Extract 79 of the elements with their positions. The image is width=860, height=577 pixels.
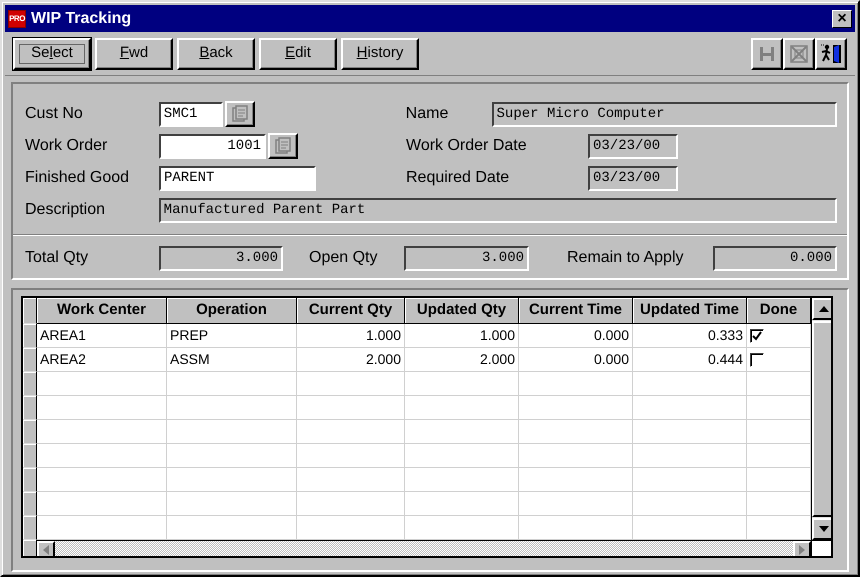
row-selector[interactable] (23, 468, 37, 492)
input-field: 03/23/00 (588, 134, 678, 158)
column-header[interactable]: Operation (167, 298, 297, 324)
table-cell: 0.333 (633, 324, 747, 348)
scroll-right-button[interactable] (793, 541, 811, 556)
scroll-down-icon (818, 526, 828, 532)
total-field: 3.000 (404, 246, 529, 270)
column-header[interactable]: Updated Time (633, 298, 747, 324)
total-field: 3.000 (159, 246, 283, 270)
column-header[interactable]: Current Qty (297, 298, 405, 324)
empty-cell (747, 444, 811, 468)
empty-cell (747, 492, 811, 516)
column-header[interactable]: Done (747, 298, 811, 324)
lookup-button[interactable] (224, 101, 255, 127)
field-label: Cust No (25, 104, 84, 124)
row-selector[interactable] (23, 372, 37, 396)
total-field: 0.000 (713, 246, 837, 270)
toolbar-button[interactable]: Fwd (95, 38, 173, 70)
column-header[interactable]: Work Center (37, 298, 167, 324)
scroll-up-button[interactable] (812, 298, 831, 320)
scroll-left-icon (43, 544, 49, 554)
field-label: Required Date (406, 168, 510, 188)
field-label: Description (25, 200, 106, 220)
scroll-right-icon (799, 544, 805, 554)
close-button[interactable]: × (832, 10, 852, 28)
window-title: WIP Tracking (31, 8, 132, 28)
table-cell: PREP (167, 324, 297, 348)
table-cell: 0.000 (519, 324, 633, 348)
input-field: 03/23/00 (588, 166, 678, 190)
input-field[interactable]: SMC1 (158, 102, 223, 126)
field-label: Total Qty (25, 248, 90, 268)
field-label: Open Qty (309, 248, 378, 268)
field-label: Name (406, 104, 450, 124)
table-cell: 2.000 (297, 348, 405, 372)
table-cell: ASSM (167, 348, 297, 372)
input-field: Manufactured Parent Part (158, 198, 837, 222)
row-selector[interactable] (23, 348, 37, 372)
table-cell: AREA2 (37, 348, 167, 372)
table-cell: 0.000 (519, 348, 633, 372)
toolbar-button[interactable]: Back (177, 38, 255, 70)
column-header[interactable]: Updated Qty (405, 298, 519, 324)
scroll-thumb[interactable] (812, 321, 831, 517)
row-selector[interactable] (23, 420, 37, 444)
empty-cell (747, 396, 811, 420)
table-cell: 1.000 (405, 324, 519, 348)
empty-cell (747, 420, 811, 444)
row-selector[interactable] (23, 444, 37, 468)
row-selector[interactable] (23, 324, 37, 348)
table-cell: 0.444 (633, 348, 747, 372)
app-logo: PRO (8, 10, 26, 28)
input-field[interactable]: 1001 (159, 134, 266, 158)
lookup-icon (230, 105, 249, 124)
table-cell: 1.000 (297, 324, 405, 348)
row-selector[interactable] (23, 492, 37, 516)
column-header[interactable]: Current Time (519, 298, 633, 324)
scroll-left-button[interactable] (37, 541, 55, 556)
toolbar-button[interactable]: History (341, 38, 419, 70)
lookup-icon (274, 137, 292, 156)
cancel-icon (789, 44, 809, 64)
horizontal-scrollbar[interactable] (37, 540, 811, 556)
toolbar-button[interactable]: Select (13, 38, 91, 70)
table-cell: AREA1 (37, 324, 167, 348)
row-selector[interactable] (23, 396, 37, 420)
empty-cell (747, 468, 811, 492)
field-label: Work Order (25, 136, 108, 156)
row-selector[interactable] (23, 516, 37, 540)
table-cell: 2.000 (405, 348, 519, 372)
field-label: Remain to Apply (567, 248, 685, 268)
input-field: Super Micro Computer (492, 102, 837, 126)
scroll-up-icon (818, 306, 828, 312)
scroll-down-button[interactable] (812, 518, 831, 540)
exit-button[interactable] (815, 38, 847, 70)
input-field[interactable]: PARENT (159, 166, 316, 190)
toolbar-button[interactable]: Edit (259, 38, 337, 70)
lookup-button[interactable] (268, 133, 298, 159)
field-label: Work Order Date (406, 136, 528, 156)
vertical-scrollbar[interactable] (811, 298, 831, 540)
exit-door-icon (819, 42, 843, 64)
field-label: Finished Good (25, 168, 130, 188)
